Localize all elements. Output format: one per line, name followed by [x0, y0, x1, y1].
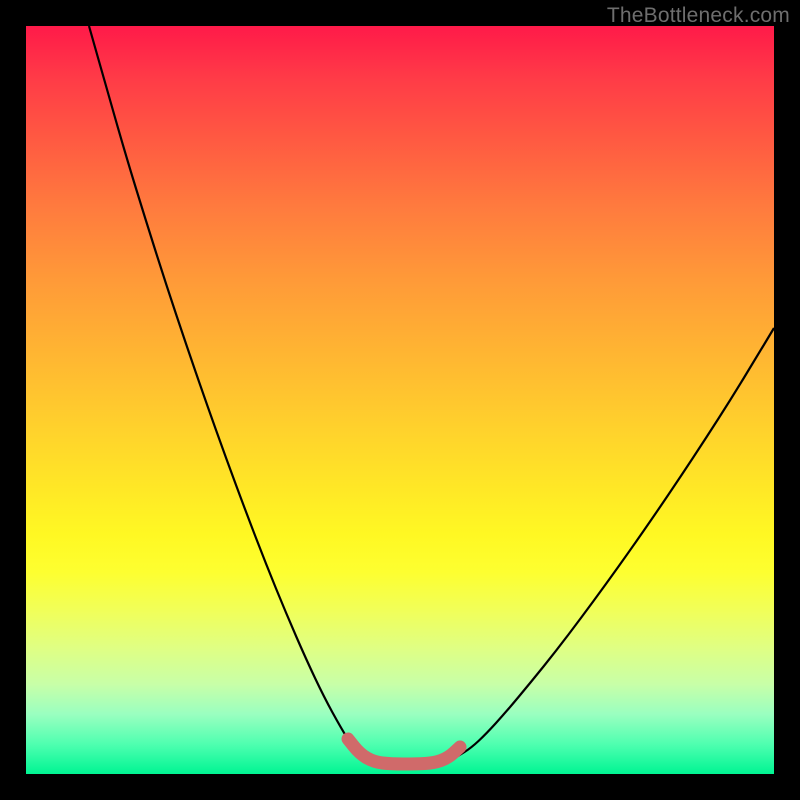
series-bottom-highlight: [348, 739, 460, 764]
series-right-curve: [458, 328, 774, 756]
plot-area: [26, 26, 774, 774]
chart-frame: TheBottleneck.com: [0, 0, 800, 800]
series-left-curve: [89, 26, 354, 749]
watermark-text: TheBottleneck.com: [607, 4, 790, 28]
chart-svg: [26, 26, 774, 774]
